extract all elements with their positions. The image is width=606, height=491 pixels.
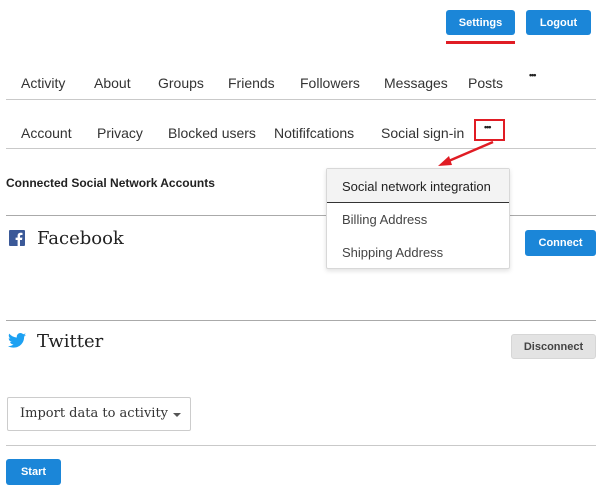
import-data-select[interactable]: Import data to activity: [7, 397, 191, 431]
import-data-select-label: Import data to activity: [20, 406, 169, 421]
nav-friends[interactable]: Friends: [228, 75, 275, 91]
logout-button[interactable]: Logout: [526, 10, 591, 35]
secondary-nav-divider: [6, 148, 596, 149]
nav-groups[interactable]: Groups: [158, 75, 204, 91]
nav-messages[interactable]: Messages: [384, 75, 448, 91]
nav-posts[interactable]: Posts: [468, 75, 503, 91]
nav-followers[interactable]: Followers: [300, 75, 360, 91]
section-title: Connected Social Network Accounts: [6, 176, 215, 190]
dropdown-item-shipping-address[interactable]: Shipping Address: [342, 245, 443, 260]
nav-about[interactable]: About: [94, 75, 131, 91]
subnav-privacy[interactable]: Privacy: [97, 125, 143, 141]
nav-more-icon[interactable]: •••: [529, 70, 537, 80]
subnav-account[interactable]: Account: [21, 125, 72, 141]
dropdown-item-social-network-integration[interactable]: Social network integration: [342, 179, 491, 194]
twitter-disconnect-button[interactable]: Disconnect: [511, 334, 596, 359]
subnav-blocked-users[interactable]: Blocked users: [168, 125, 256, 141]
subnav-notifications[interactable]: Notififcations: [274, 125, 354, 141]
nav-activity[interactable]: Activity: [21, 75, 65, 91]
twitter-label: Twitter: [37, 331, 104, 352]
chevron-down-icon: [173, 413, 181, 417]
dropdown-active-underline: [327, 202, 509, 203]
facebook-icon: [9, 230, 25, 246]
settings-button[interactable]: Settings: [446, 10, 515, 35]
annotation-arrow-icon: [438, 140, 494, 166]
bottom-divider: [6, 445, 596, 446]
facebook-label: Facebook: [37, 228, 124, 249]
settings-highlight-underline: [446, 41, 515, 44]
facebook-connect-button[interactable]: Connect: [525, 230, 596, 256]
subnav-more-icon[interactable]: •••: [484, 122, 492, 132]
account-divider: [6, 320, 596, 321]
primary-nav-divider: [6, 99, 596, 100]
dropdown-item-billing-address[interactable]: Billing Address: [342, 212, 427, 227]
start-button[interactable]: Start: [6, 459, 61, 485]
twitter-icon: [8, 333, 26, 348]
more-dropdown-menu: Social network integration Billing Addre…: [326, 168, 510, 269]
